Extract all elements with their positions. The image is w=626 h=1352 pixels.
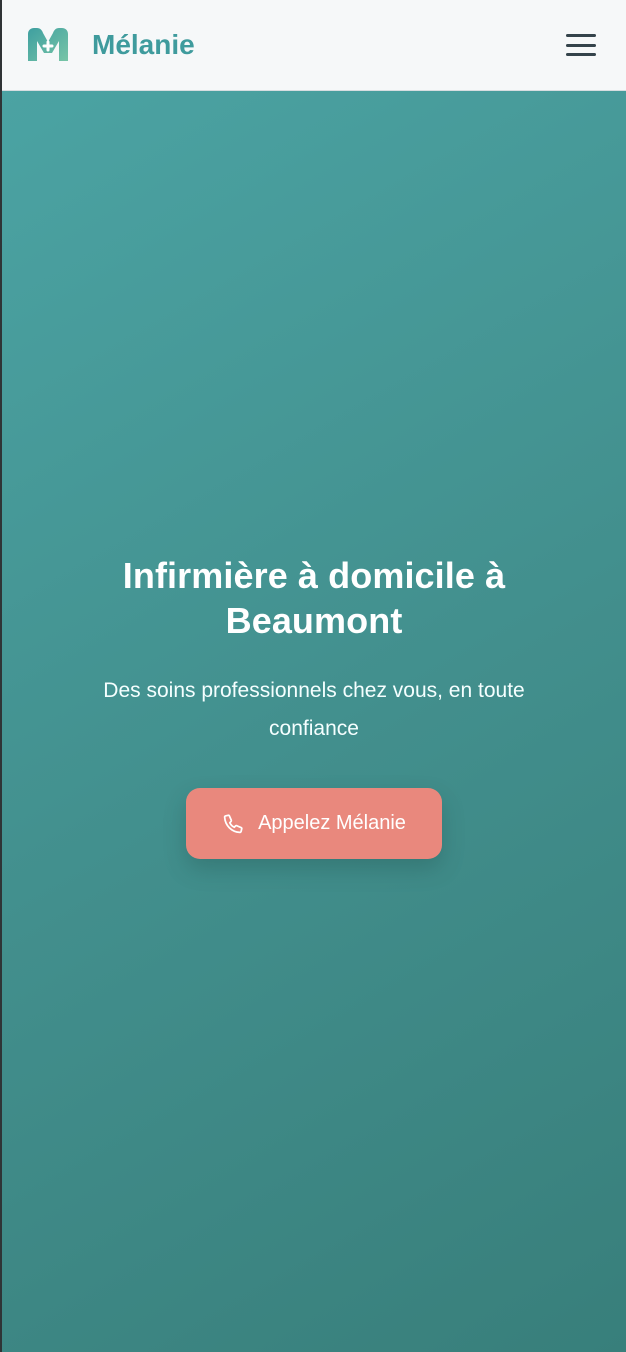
menu-button[interactable] (566, 31, 600, 59)
hamburger-menu-icon (566, 34, 596, 37)
hamburger-menu-icon-bottom-line (566, 53, 596, 56)
page: Mélanie Infirmière à domicile à Beaumont… (0, 0, 626, 1352)
call-button-label: Appelez Mélanie (258, 812, 406, 834)
site-header: Mélanie (2, 0, 626, 91)
hero-section: Infirmière à domicile à Beaumont Des soi… (2, 91, 626, 1352)
medical-m-logo-icon (28, 28, 68, 61)
brand-name: Mélanie (92, 29, 195, 60)
hamburger-menu-icon-middle-line (566, 43, 596, 47)
phone-icon (223, 813, 243, 833)
hero-title: Infirmière à domicile à Beaumont (122, 555, 506, 641)
brand[interactable]: Mélanie (24, 27, 195, 63)
call-melanie-button[interactable]: Appelez Mélanie (186, 788, 442, 859)
hero-subtitle: Des soins professionnels chez vous, en t… (103, 679, 525, 740)
